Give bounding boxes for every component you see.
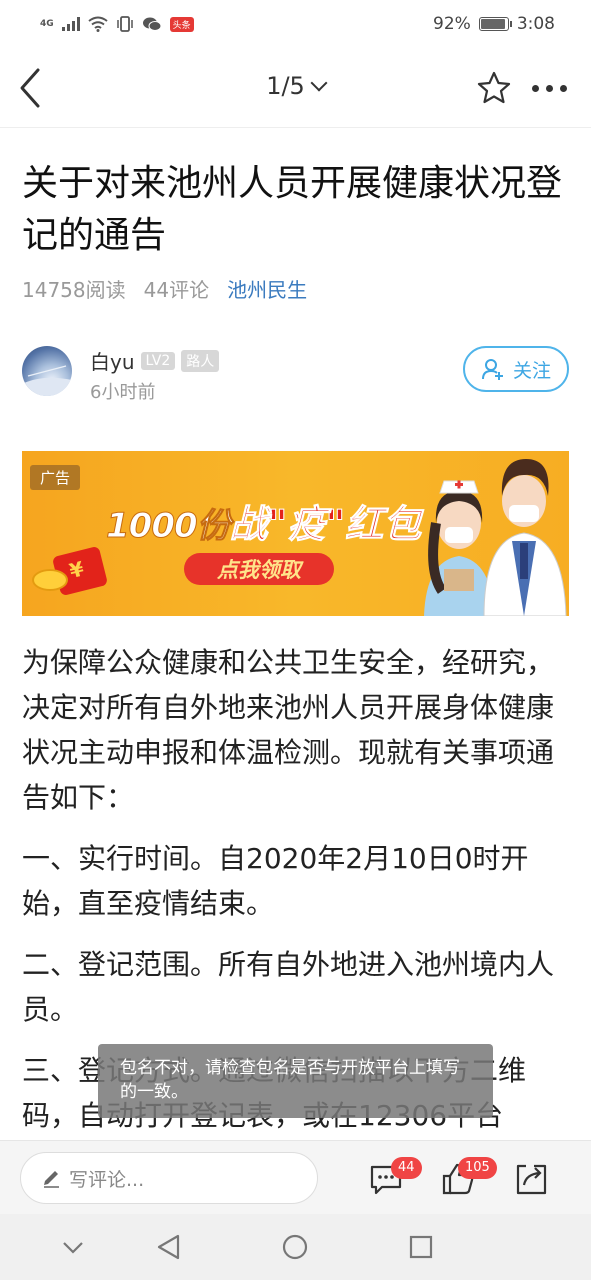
recents-button[interactable]: [406, 1232, 436, 1262]
square-recents-icon: [409, 1235, 433, 1259]
system-navigation-bar: [0, 1214, 591, 1280]
status-bar: 4G 头条 92% 3:08: [0, 0, 591, 48]
battery-icon: [478, 17, 512, 31]
article-paragraph: 一、实行时间。自2020年2月10日0时开始，直至疫情结束。: [22, 842, 529, 920]
author-info[interactable]: 白yu LV2 路人: [90, 346, 220, 375]
more-dot-icon: [532, 84, 539, 92]
vibrate-icon: [116, 16, 133, 32]
comment-bar: 写评论... 44 105: [0, 1140, 591, 1214]
app-notification-badge: 头条: [169, 16, 194, 32]
wechat-icon: [142, 17, 162, 31]
article-source-link[interactable]: 池州民生: [227, 274, 307, 303]
follow-button[interactable]: 关注: [463, 346, 569, 392]
author-avatar[interactable]: [22, 346, 72, 396]
article-meta: 14758阅读 44评论 池州民生: [22, 274, 307, 303]
pencil-icon: [44, 1171, 59, 1188]
add-user-icon: [481, 359, 503, 380]
toast-message: 包名不对，请检查包名是否与开放平台上填写的一致。: [98, 1044, 493, 1118]
circle-home-icon: [282, 1234, 308, 1260]
author-name: 白yu: [90, 350, 135, 374]
author-role-badge: 路人: [181, 349, 220, 372]
article-paragraph: 为保障公众健康和公共卫生安全，经研究，决定对所有自外地来池州人员开展身体健康状况…: [22, 646, 555, 814]
like-count-badge: 105: [458, 1157, 497, 1179]
star-icon: [477, 71, 511, 104]
network-type: 4G: [40, 19, 54, 29]
follow-label: 关注: [512, 359, 551, 382]
more-button[interactable]: [532, 76, 574, 100]
share-icon: [516, 1164, 547, 1195]
chevron-down-icon: [310, 74, 328, 92]
gold-coins-icon: [32, 569, 68, 591]
ad-headline: 1000份 战"疫"红包: [106, 493, 422, 548]
medical-staff-illustration-icon: [424, 459, 567, 616]
more-dot-icon: [560, 84, 567, 92]
ad-banner[interactable]: 广告 1000份 战"疫"红包 点我领取: [22, 451, 569, 616]
collapse-button[interactable]: [58, 1232, 88, 1262]
article-title: 关于对来池州人员开展健康状况登记的通告: [22, 163, 563, 256]
more-dot-icon: [546, 84, 553, 92]
battery-level: [480, 19, 505, 29]
home-button[interactable]: [280, 1232, 310, 1262]
ad-cta-button[interactable]: 点我领取: [184, 553, 334, 585]
comment-count: 44评论: [143, 278, 210, 302]
chevron-down-icon: [63, 1242, 83, 1254]
page-indicator-label: 1/5: [266, 72, 305, 100]
read-count: 14758阅读: [22, 278, 126, 302]
author-level-badge: LV2: [140, 351, 176, 370]
wifi-icon: [88, 16, 108, 32]
ad-headline-red: 战"疫"红包: [229, 502, 422, 547]
comment-count-badge: 44: [391, 1157, 422, 1179]
system-back-button[interactable]: [154, 1232, 184, 1262]
favorite-button[interactable]: [476, 70, 512, 106]
ad-tag: 广告: [30, 465, 81, 490]
clock: 3:08: [516, 14, 555, 34]
comment-placeholder: 写评论...: [69, 1168, 145, 1191]
article-paragraph: 二、登记范围。所有自外地进入池州境内人员。: [22, 948, 555, 1026]
top-nav-bar: 1/5: [0, 48, 591, 128]
publish-time: 6小时前: [90, 382, 156, 403]
triangle-back-icon: [157, 1234, 180, 1260]
comment-input[interactable]: 写评论...: [20, 1152, 318, 1204]
ad-headline-prefix: 1000份: [106, 506, 232, 547]
share-button[interactable]: [514, 1161, 550, 1197]
signal-icon: [61, 17, 80, 31]
battery-percent: 92%: [433, 14, 471, 34]
avatar-image: [22, 365, 72, 396]
